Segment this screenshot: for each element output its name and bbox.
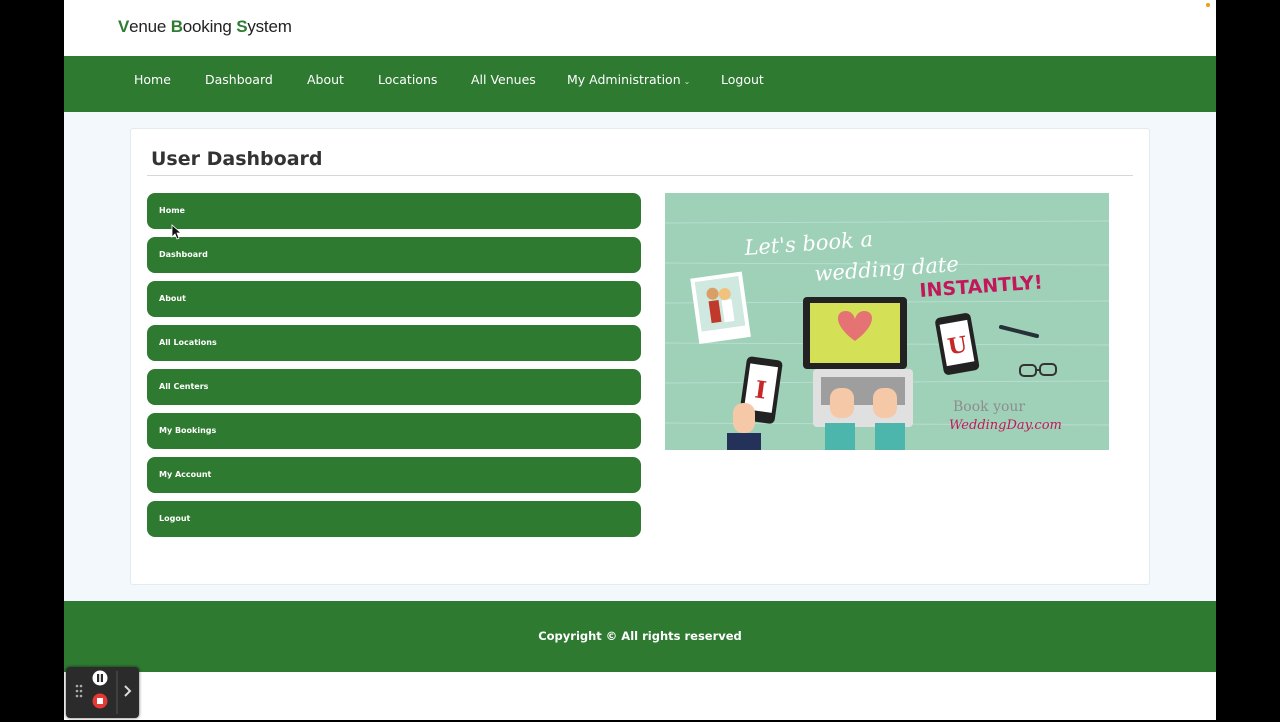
nav-about[interactable]: About [307,72,344,87]
brand-letter: B [170,17,183,36]
brand-text: ystem [247,17,292,36]
browser-viewport: Venue Booking System Home Dashboard Abou… [64,0,1216,720]
recorder-controls [75,670,132,714]
promo-logo-bottom: WeddingDay.com [949,418,1062,433]
title-divider [147,175,1133,176]
menu-button-my-bookings[interactable]: My Bookings [147,413,641,449]
sleeve-left-icon [727,433,761,450]
brand-text: enue [129,17,171,36]
couple-photo-icon [690,271,751,345]
menu-button-home[interactable]: Home [147,193,641,229]
menu-button-dashboard[interactable]: Dashboard [147,237,641,273]
dashboard-card: User Dashboard Home Dashboard About All … [130,128,1150,585]
nav-locations[interactable]: Locations [378,72,437,87]
site-brand[interactable]: Venue Booking System [118,17,292,37]
nav-logout[interactable]: Logout [721,72,764,87]
brand-letter: S [236,17,248,36]
menu-button-about[interactable]: About [147,281,641,317]
brand-letter: V [118,17,130,36]
promo-illustration: Let's book a wedding date INSTANTLY! I U… [665,193,1109,450]
drag-handle-icon[interactable] [75,684,83,698]
pause-icon[interactable] [92,670,108,686]
menu-button-all-locations[interactable]: All Locations [147,325,641,361]
menu-button-all-centers[interactable]: All Centers [147,369,641,405]
menu-button-my-account[interactable]: My Account [147,457,641,493]
hand-left-icon [733,403,755,433]
site-footer: Copyright © All rights reserved [64,601,1216,672]
nav-all-venues[interactable]: All Venues [471,72,536,87]
nav-home[interactable]: Home [134,72,171,87]
mouse-cursor-icon [171,224,183,240]
nav-my-administration-label: My Administration [567,72,681,87]
site-header: Venue Booking System [64,0,1216,56]
promo-logo-top: Book your [953,399,1025,415]
brand-text: ooking [182,17,237,36]
chevron-right-icon[interactable] [124,685,132,697]
copyright-text: Copyright © All rights reserved [538,629,742,643]
notification-dot [1206,3,1210,7]
menu-button-logout[interactable]: Logout [147,501,641,537]
screen-recorder-widget [66,667,139,718]
nav-dashboard[interactable]: Dashboard [205,72,273,87]
main-navbar: Home Dashboard About Locations All Venue… [64,56,1216,112]
page-bottom-strip [64,672,1216,720]
nav-my-administration[interactable]: My Administration ⌄ [567,72,690,87]
page-title: User Dashboard [151,148,323,170]
chevron-down-icon: ⌄ [683,77,691,86]
wedding-promo-banner: Let's book a wedding date INSTANTLY! I U… [665,193,1109,450]
stop-record-icon[interactable] [92,693,108,709]
